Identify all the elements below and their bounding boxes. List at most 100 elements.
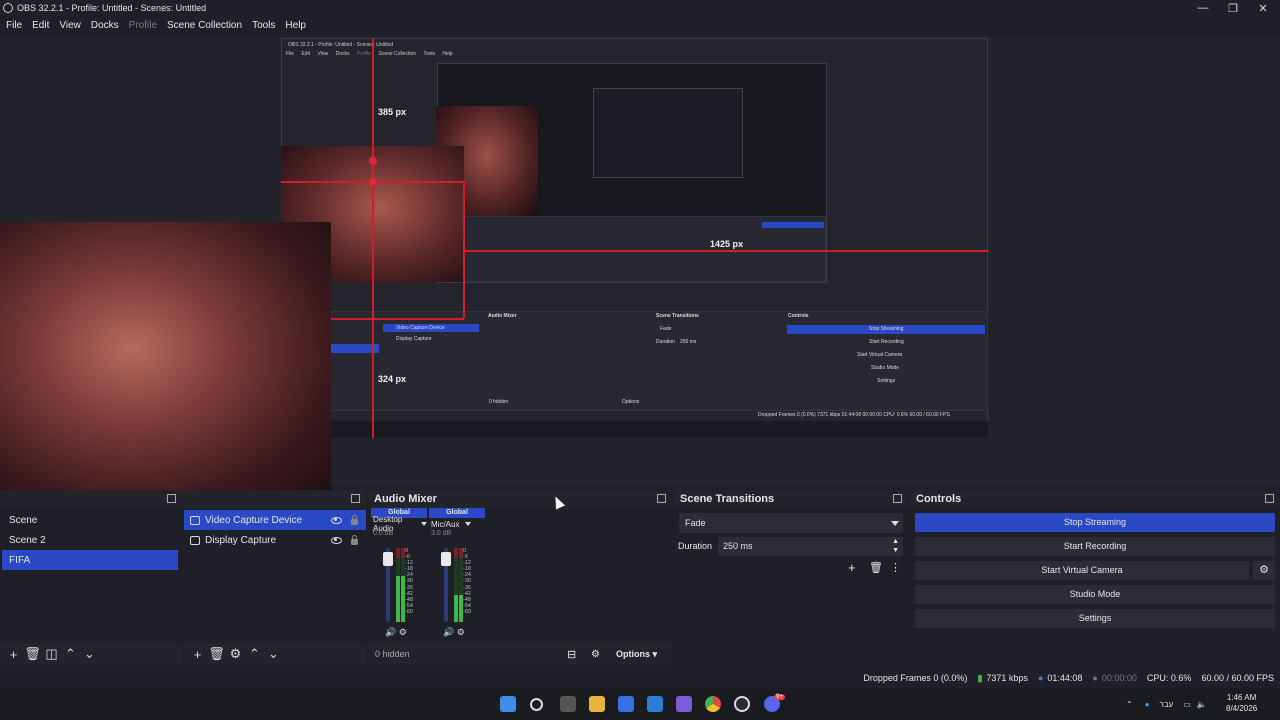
store-icon[interactable] — [618, 696, 634, 712]
studio-mode-button[interactable]: Studio Mode — [915, 585, 1275, 604]
scene-item-scene[interactable]: Scene — [2, 510, 178, 530]
mixer-settings-icon[interactable]: ⚙ — [591, 649, 600, 660]
menu-file[interactable]: File — [2, 20, 26, 31]
source-properties-button[interactable]: ⚙ — [226, 645, 245, 663]
volume-slider-handle[interactable] — [441, 552, 451, 566]
move-source-up-button[interactable]: ⌃ — [245, 645, 264, 663]
spin-arrows-icon[interactable]: ▲ ▼ — [892, 537, 899, 555]
menu-profile[interactable]: Profile — [125, 20, 161, 31]
scene-filters-button[interactable]: ◫ — [42, 645, 61, 663]
inner-fade: Fade — [660, 326, 672, 332]
chevron-up-icon[interactable]: ⌃ — [1126, 700, 1133, 709]
channel-settings-icon[interactable]: ⚙ — [457, 627, 465, 637]
remove-source-button[interactable]: 🗑 — [207, 645, 226, 663]
speaker-icon[interactable]: 🔊 — [443, 627, 454, 637]
visibility-eye-icon[interactable] — [331, 536, 342, 544]
nested-stop-streaming — [762, 222, 824, 228]
transition-select[interactable]: Fade — [679, 513, 903, 533]
camera-icon — [190, 515, 200, 525]
search-icon[interactable] — [530, 698, 543, 711]
menu-docks[interactable]: Docks — [87, 20, 123, 31]
menu-tools[interactable]: Tools — [248, 20, 279, 31]
photos-icon[interactable] — [647, 696, 663, 712]
duration-value: 250 ms — [723, 541, 753, 551]
hidden-count: 0 hidden — [375, 649, 410, 659]
lock-icon[interactable] — [351, 515, 358, 525]
dock-undock-icon[interactable] — [657, 494, 666, 503]
sources-list: Video Capture Device Display Capture — [184, 508, 366, 643]
network-icon[interactable]: ▭ — [1183, 700, 1191, 709]
transition-properties-button[interactable]: ⋮ — [890, 561, 901, 574]
inner-status: Dropped Frames 0 (0.0%) 7371 kbps 01:44:… — [758, 412, 950, 418]
guide-handle[interactable] — [369, 178, 377, 186]
add-source-button[interactable]: + — [188, 645, 207, 663]
menu-edit[interactable]: Edit — [28, 20, 53, 31]
move-scene-up-button[interactable]: ⌃ — [61, 645, 80, 663]
scale-label: -42 — [463, 590, 471, 597]
remove-scene-button[interactable]: 🗑 — [23, 645, 42, 663]
inner-taskbar — [331, 421, 988, 438]
inner-menu-item: Docks — [335, 51, 350, 57]
audio-mixer-toolbar: 0 hidden ⊟ ⚙ Options ▾ — [368, 643, 672, 665]
scale-label: -36 — [405, 584, 413, 591]
inner-hidden: 0 hidden — [489, 399, 509, 405]
add-transition-button[interactable]: + — [848, 560, 856, 575]
volume-icon[interactable]: 🔈 — [1197, 700, 1207, 709]
channel-name-button[interactable]: Mic/Aux — [429, 518, 485, 530]
scene-item-fifa[interactable]: FIFA — [2, 550, 178, 570]
speaker-icon[interactable]: 🔊 — [385, 627, 396, 637]
channel-name-button[interactable]: Desktop Audio — [371, 515, 427, 533]
menu-scene-collection[interactable]: Scene Collection — [163, 20, 246, 31]
dock-undock-icon[interactable] — [893, 494, 902, 503]
move-scene-down-button[interactable]: ⌄ — [80, 645, 99, 663]
start-recording-button[interactable]: Start Recording — [915, 537, 1275, 556]
file-explorer-icon[interactable] — [589, 696, 605, 712]
menu-help[interactable]: Help — [281, 20, 310, 31]
taskbar-clock[interactable]: 1:46 AM 8/4/2026 — [1226, 692, 1257, 714]
mixer-channel-mic-aux: Global Mic/Aux 3.0 dB 0 -6 -12 -18 -24 -30 -36… — [429, 508, 485, 637]
scene-item-scene-2[interactable]: Scene 2 — [2, 530, 178, 550]
close-icon[interactable]: ✕ — [1248, 0, 1278, 16]
controls-title: Controls — [916, 493, 962, 505]
obs-icon[interactable] — [734, 696, 750, 712]
level-meter-fill — [396, 576, 400, 622]
mixer-channel-desktop-audio: Global Desktop Audio 0.0 dB 0 -6 -12 -18 -24… — [371, 508, 427, 637]
scene-label: Scene 2 — [9, 534, 46, 546]
inner-menu-bar: File Edit View Docks Profile Scene Colle… — [282, 51, 987, 61]
window-title: OBS 32.2.1 - Profile: Untitled - Scenes:… — [17, 3, 207, 13]
inner-menu-item: View — [317, 51, 329, 57]
minimize-icon[interactable]: — — [1188, 0, 1218, 16]
record-time: 00:00:00 — [1101, 673, 1137, 683]
restore-icon[interactable]: ❐ — [1218, 0, 1248, 16]
dock-undock-icon[interactable] — [351, 494, 360, 503]
lock-icon[interactable] — [351, 535, 358, 545]
virtual-camera-settings-icon[interactable]: ⚙ — [1253, 561, 1275, 580]
teams-icon[interactable] — [676, 696, 692, 712]
stop-streaming-button[interactable]: Stop Streaming — [915, 513, 1275, 532]
audio-mixer-title: Audio Mixer — [374, 493, 437, 505]
language-indicator[interactable]: עבר — [1160, 700, 1174, 709]
remove-transition-button[interactable]: 🗑 — [869, 561, 883, 574]
windows-start-icon[interactable] — [500, 696, 516, 712]
move-source-down-button[interactable]: ⌄ — [264, 645, 283, 663]
settings-button[interactable]: Settings — [915, 609, 1275, 628]
visibility-eye-icon[interactable] — [331, 516, 342, 524]
start-virtual-camera-button[interactable]: Start Virtual Camera — [915, 561, 1249, 580]
task-view-icon[interactable] — [560, 696, 576, 712]
guide-handle[interactable] — [369, 157, 377, 165]
menu-view[interactable]: View — [55, 20, 85, 31]
chrome-icon[interactable] — [705, 696, 721, 712]
microphone-icon[interactable]: ● — [1145, 700, 1150, 709]
channel-settings-icon[interactable]: ⚙ — [399, 627, 407, 637]
source-item-display-capture[interactable]: Display Capture — [184, 530, 366, 550]
add-scene-button[interactable]: + — [4, 645, 23, 663]
source-item-video-capture[interactable]: Video Capture Device — [184, 510, 366, 530]
dock-undock-icon[interactable] — [167, 494, 176, 503]
duration-input[interactable]: 250 ms ▲ ▼ — [718, 537, 903, 556]
stream-icon: ● — [1037, 673, 1044, 683]
inner-window-title: OBS 32.2.1 - Profile: Untitled - Scenes:… — [288, 42, 394, 48]
volume-slider-handle[interactable] — [383, 552, 393, 566]
options-button[interactable]: Options ▾ — [616, 649, 657, 660]
dock-undock-icon[interactable] — [1265, 494, 1274, 503]
mixer-layout-icon[interactable]: ⊟ — [567, 648, 576, 661]
